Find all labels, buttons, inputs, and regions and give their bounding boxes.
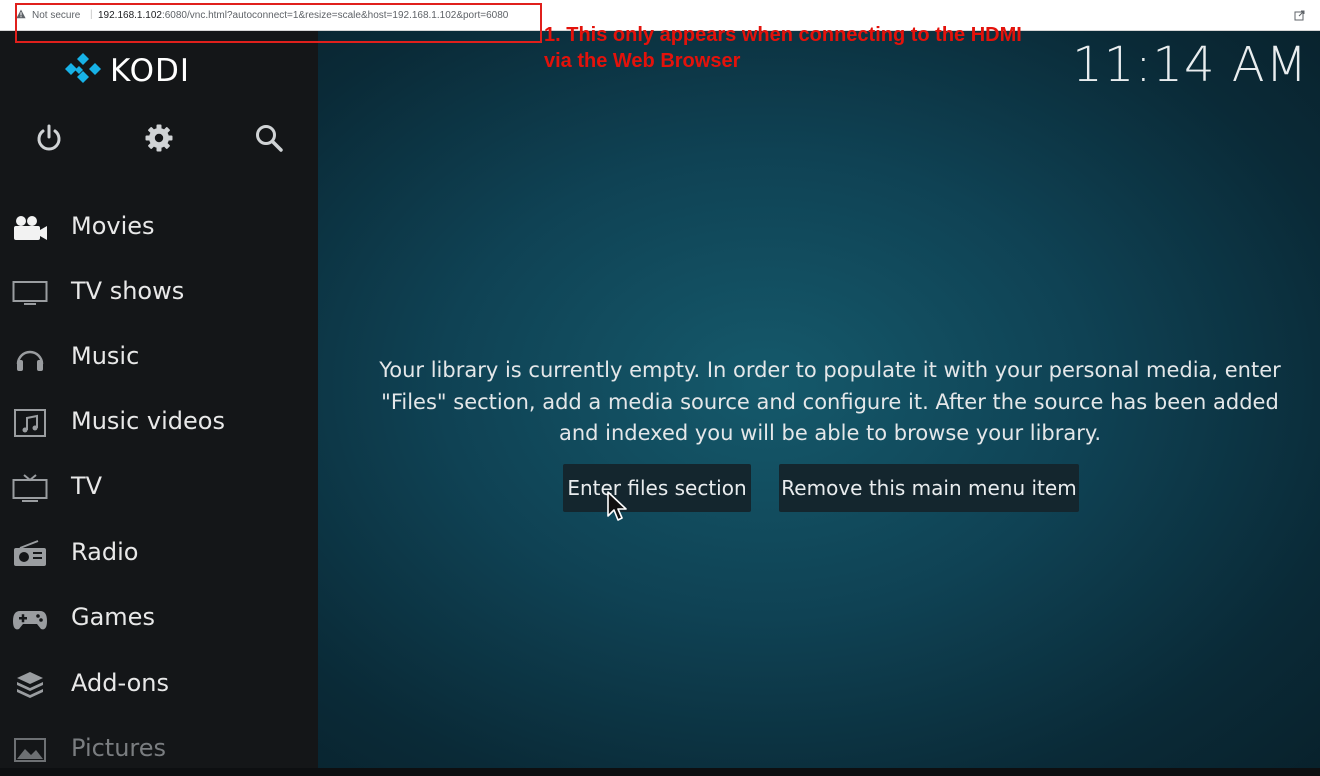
annotation-note: 1. This only appears when connecting to … — [544, 22, 1104, 74]
monitor-icon — [12, 281, 48, 305]
share-icon[interactable] — [1294, 9, 1306, 21]
kodi-logo-text: KODI — [110, 53, 191, 89]
menu-item-tv-shows[interactable]: TV shows — [0, 267, 318, 319]
gamepad-icon — [13, 611, 47, 630]
menu-label-games: Games — [71, 603, 155, 631]
kodi-logo: KODI — [64, 53, 190, 89]
headphones-icon — [16, 350, 44, 371]
menu-item-pictures[interactable]: Pictures — [0, 724, 318, 776]
annotation-highlight-box — [15, 3, 542, 43]
kodi-home-screen: KODI Movies TV shows Music Music videos … — [0, 31, 1320, 768]
menu-label-pictures: Pictures — [71, 734, 167, 762]
sidebar: KODI Movies TV shows Music Music videos … — [0, 31, 318, 768]
menu-item-music-videos[interactable]: Music videos — [0, 397, 318, 449]
kodi-logo-icon — [65, 53, 101, 83]
menu-item-music[interactable]: Music — [0, 332, 318, 384]
annotation-line-2: via the Web Browser — [544, 50, 741, 72]
addons-box-icon — [17, 672, 43, 698]
menu-label-tv-shows: TV shows — [71, 277, 185, 305]
menu-item-games[interactable]: Games — [0, 593, 318, 645]
menu-item-movies[interactable]: Movies — [0, 202, 318, 254]
menu-label-add-ons: Add-ons — [71, 669, 169, 697]
movie-camera-icon — [14, 216, 47, 240]
search-icon[interactable] — [254, 123, 284, 153]
menu-label-radio: Radio — [71, 538, 139, 566]
menu-item-add-ons[interactable]: Add-ons — [0, 659, 318, 711]
music-video-icon — [14, 409, 46, 437]
empty-library-message: Your library is currently empty. In orde… — [379, 358, 1281, 445]
tv-icon — [12, 474, 48, 502]
enter-files-section-button[interactable]: Enter files section — [563, 464, 751, 512]
pictures-icon — [14, 738, 46, 762]
gear-icon[interactable] — [144, 123, 174, 153]
radio-icon — [14, 540, 46, 566]
menu-label-music-videos: Music videos — [71, 407, 225, 435]
clock: 11:14 AM — [1072, 37, 1308, 93]
menu-label-music: Music — [71, 342, 140, 370]
menu-item-radio[interactable]: Radio — [0, 528, 318, 580]
menu-item-tv[interactable]: TV — [0, 462, 318, 514]
annotation-line-1: 1. This only appears when connecting to … — [544, 24, 1022, 46]
remove-menu-item-button[interactable]: Remove this main menu item — [779, 464, 1079, 512]
menu-label-movies: Movies — [71, 212, 155, 240]
mouse-cursor-icon — [607, 491, 627, 521]
power-icon[interactable] — [34, 123, 64, 153]
menu-label-tv: TV — [71, 472, 103, 500]
